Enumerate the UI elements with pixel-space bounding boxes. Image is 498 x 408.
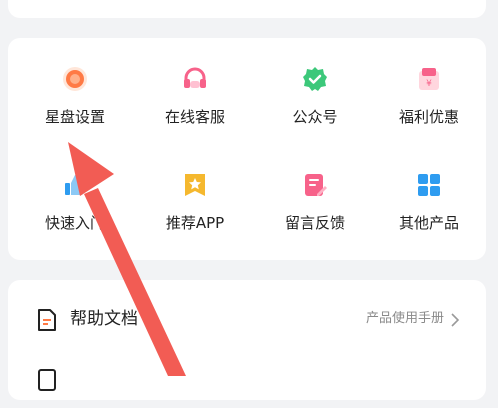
chevron-right-icon xyxy=(451,313,460,327)
list-item-next[interactable] xyxy=(8,352,486,408)
document-icon xyxy=(38,309,56,331)
grid-item-label: 快速入门 xyxy=(44,214,105,232)
thumbs-up-icon xyxy=(65,175,86,195)
grid-item-label: 在线客服 xyxy=(164,108,225,126)
top-card xyxy=(8,0,486,18)
verified-badge-icon xyxy=(303,67,327,91)
svg-text:¥: ¥ xyxy=(426,79,432,89)
list-item-hint: 产品使用手册 xyxy=(365,311,444,326)
grid-item-label: 星盘设置 xyxy=(44,108,105,126)
settings-ring-icon xyxy=(63,67,87,91)
list-item-help-docs[interactable]: 帮助文档 产品使用手册 xyxy=(8,292,486,348)
document-icon xyxy=(38,369,56,391)
feedback-pen-icon xyxy=(305,174,327,196)
grid-item-label: 公众号 xyxy=(292,108,338,126)
help-list-card: 帮助文档 产品使用手册 xyxy=(8,280,486,400)
headset-icon xyxy=(184,67,206,88)
star-bookmark-icon xyxy=(185,174,205,196)
grid-item-label: 留言反馈 xyxy=(284,214,345,232)
app-grid-icon xyxy=(418,174,440,196)
list-item-label: 帮助文档 xyxy=(70,309,138,329)
grid-item-label: 推荐APP xyxy=(165,214,225,232)
grid-item-label: 其他产品 xyxy=(398,214,459,232)
services-grid-card: 星盘设置 在线客服 公众号 ¥ 福利优惠 快速入门 推荐APP 留言反馈 其他产… xyxy=(8,38,486,260)
gift-bag-icon: ¥ xyxy=(419,68,439,90)
grid-item-label: 福利优惠 xyxy=(398,108,459,126)
